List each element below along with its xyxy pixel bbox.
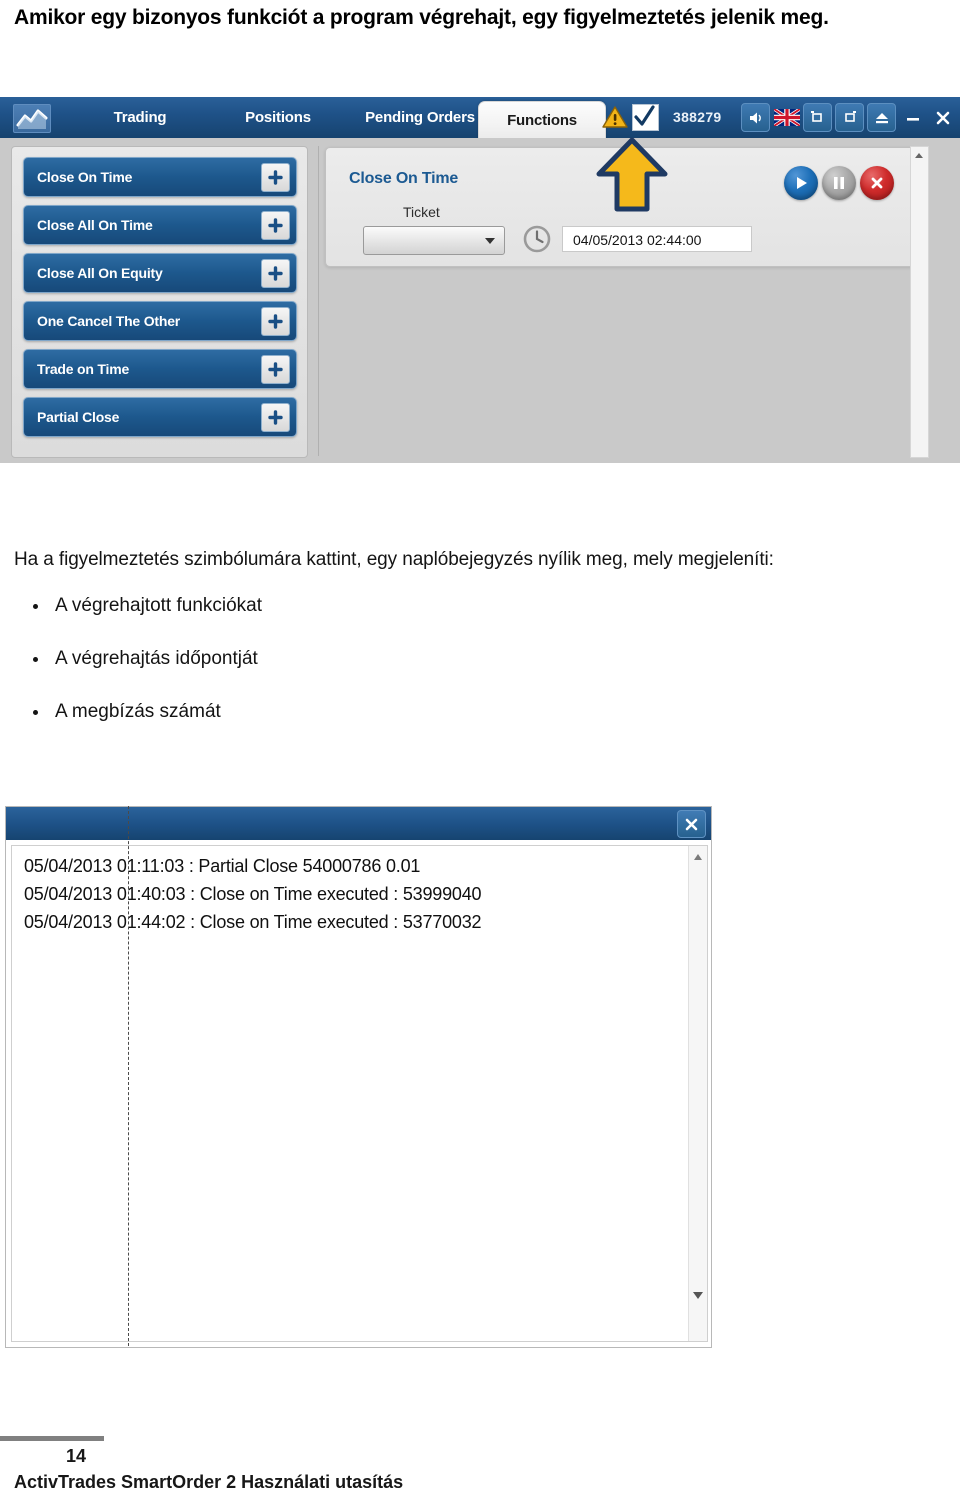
plus-icon[interactable] [261, 211, 290, 240]
list-item: A végrehajtás időpontját [33, 648, 258, 670]
uk-flag-icon[interactable] [773, 104, 800, 131]
function-label: Trade on Time [37, 361, 130, 377]
log-entry: 05/04/2013 01:44:02 : Close on Time exec… [24, 912, 482, 932]
body-paragraph: Ha a figyelmeztetés szimbólumára kattint… [14, 549, 774, 570]
function-label: Partial Close [37, 409, 120, 425]
page-number: 14 [66, 1446, 87, 1466]
chevron-down-icon [485, 238, 495, 244]
function-label: Close All On Time [37, 217, 153, 233]
list-item-label: A megbízás számát [55, 701, 221, 722]
tab-functions[interactable]: Functions [478, 101, 606, 139]
sound-icon[interactable] [741, 103, 770, 132]
tab-trading[interactable]: Trading [60, 97, 220, 138]
stop-button[interactable] [860, 166, 894, 200]
function-button-close-all-on-time[interactable]: Close All On Time [23, 205, 297, 245]
application-screenshot: Trading Positions Pending Orders Functio… [0, 97, 960, 463]
yellow-up-arrow-annotation [595, 137, 669, 213]
functions-list-panel: Close On Time Close All On Time Close Al… [11, 146, 308, 458]
panel-scrollbar[interactable] [910, 146, 929, 458]
list-item: A végrehajtott funkciókat [33, 595, 263, 617]
bullet-icon [33, 604, 38, 609]
scroll-down-arrow-icon[interactable] [693, 1292, 703, 1299]
function-label: Close On Time [37, 169, 133, 185]
log-scrollbar[interactable] [688, 846, 707, 1341]
plus-icon[interactable] [261, 355, 290, 384]
function-label: One Cancel The Other [37, 313, 181, 329]
function-button-partial-close[interactable]: Partial Close [23, 397, 297, 437]
function-button-one-cancel-the-other[interactable]: One Cancel The Other [23, 301, 297, 341]
plus-icon[interactable] [261, 307, 290, 336]
footer-title: ActivTrades SmartOrder 2 Használati utas… [14, 1472, 404, 1492]
list-item-label: A végrehajtás időpontját [55, 648, 258, 669]
plus-icon[interactable] [261, 259, 290, 288]
log-entry: 05/04/2013 01:40:03 : Close on Time exec… [24, 884, 482, 904]
pause-button[interactable] [822, 166, 856, 200]
ticket-label: Ticket [403, 204, 440, 220]
chart-line-icon [13, 104, 51, 133]
window-controls [741, 103, 956, 132]
start-button[interactable] [784, 166, 818, 200]
warning-triangle-icon[interactable] [602, 104, 628, 130]
log-window-screenshot: 05/04/2013 01:11:03 : Partial Close 5400… [5, 806, 712, 1348]
bullet-icon [33, 710, 38, 715]
log-entry: 05/04/2013 01:11:03 : Partial Close 5400… [24, 856, 421, 876]
log-title-bar [6, 807, 711, 840]
card-title: Close On Time [349, 170, 459, 187]
function-button-close-all-on-equity[interactable]: Close All On Equity [23, 253, 297, 293]
playback-controls [784, 166, 894, 200]
page-title: Amikor egy bizonyos funkciót a program v… [14, 6, 829, 29]
plus-icon[interactable] [261, 403, 290, 432]
checkmark-icon[interactable] [632, 103, 659, 131]
function-label: Close All On Equity [37, 265, 163, 281]
function-button-close-on-time[interactable]: Close On Time [23, 157, 297, 197]
bullet-icon [33, 657, 38, 662]
tab-positions-label: Positions [245, 109, 311, 126]
scroll-up-arrow-icon[interactable] [694, 854, 702, 860]
function-button-trade-on-time[interactable]: Trade on Time [23, 349, 297, 389]
status-indicator-group: 388279 [602, 103, 722, 131]
tab-functions-label: Functions [507, 112, 577, 129]
tab-trading-label: Trading [113, 109, 167, 126]
datetime-input[interactable]: 04/05/2013 02:44:00 [562, 226, 752, 252]
vertical-guide-line [128, 806, 129, 1346]
plus-icon[interactable] [261, 163, 290, 192]
minimize-icon[interactable] [899, 104, 926, 131]
app-title-bar: Trading Positions Pending Orders Functio… [0, 97, 960, 139]
close-icon[interactable] [677, 810, 706, 838]
footer-divider [0, 1436, 104, 1441]
ticket-dropdown[interactable] [363, 226, 505, 255]
scroll-up-arrow-icon[interactable] [915, 153, 923, 158]
account-number: 388279 [673, 109, 722, 125]
close-icon[interactable] [929, 104, 956, 131]
list-item: A megbízás számát [33, 701, 221, 723]
log-entries-area: 05/04/2013 01:11:03 : Partial Close 5400… [11, 845, 708, 1342]
app-content-area: Close On Time Close All On Time Close Al… [0, 138, 960, 463]
dock-left-icon[interactable] [803, 103, 832, 132]
clock-icon [522, 224, 552, 254]
eject-icon[interactable] [867, 103, 896, 132]
dock-right-icon[interactable] [835, 103, 864, 132]
list-item-label: A végrehajtott funkciókat [55, 595, 263, 616]
tab-pending-orders-label: Pending Orders [365, 109, 475, 126]
